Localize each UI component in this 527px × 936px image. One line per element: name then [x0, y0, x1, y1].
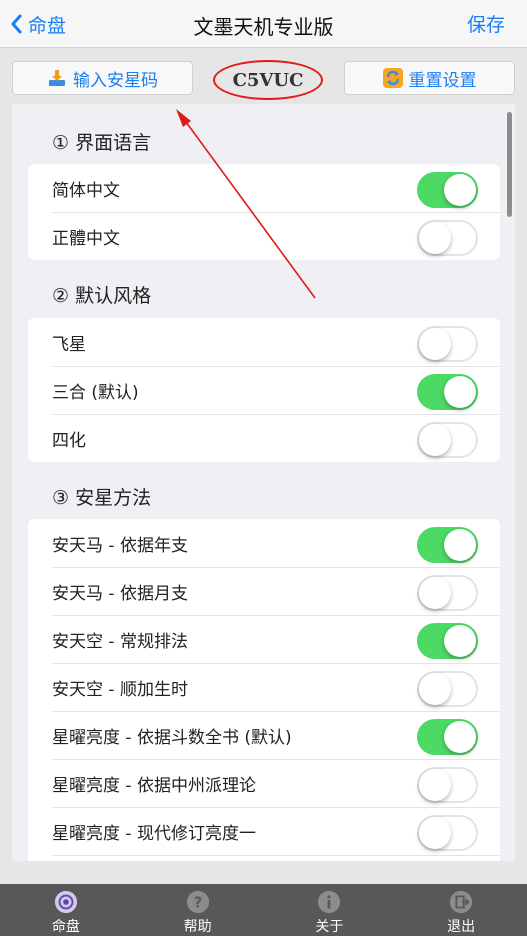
list-item[interactable]: 星曜亮度 - 依据中州派理论: [28, 759, 500, 807]
toggle-switch[interactable]: [417, 374, 478, 410]
toggle-switch[interactable]: [417, 767, 478, 803]
back-button[interactable]: 命盘: [10, 10, 66, 38]
star-code-text: C5VUC: [213, 60, 323, 100]
list-item-label: 三合 (默认): [52, 382, 139, 403]
tab-chart[interactable]: 命盘: [0, 884, 132, 936]
toggle-switch[interactable]: [417, 623, 478, 659]
toggle-switch[interactable]: [417, 220, 478, 256]
toggle-switch[interactable]: [417, 527, 478, 563]
tab-label: 命盘: [51, 919, 80, 935]
list-item-label: 安天马 - 依据月支: [52, 583, 188, 604]
tab-label: 关于: [315, 919, 344, 935]
tab-label: 退出: [447, 919, 476, 935]
list-item[interactable]: 飞星: [28, 318, 500, 366]
section-title-style: ② 默认风格: [52, 285, 152, 307]
info-icon: [318, 890, 341, 914]
toggle-switch[interactable]: [417, 719, 478, 755]
reset-settings-label: 重置设置: [408, 70, 477, 91]
list-item[interactable]: 安天空 - 顺加生时: [28, 663, 500, 711]
list-item-label: 星曜亮度 - 依据中州派理论: [52, 775, 256, 796]
tab-label: 帮助: [183, 919, 212, 935]
toggle-switch[interactable]: [417, 671, 478, 707]
chart-disc-icon: [54, 890, 77, 914]
list-item-label: 安天空 - 顺加生时: [52, 679, 188, 700]
list-item[interactable]: 正體中文: [28, 212, 500, 260]
toggle-switch[interactable]: [417, 326, 478, 362]
tab-exit[interactable]: 退出: [395, 884, 527, 936]
list-item[interactable]: 安天空 - 常规排法: [28, 615, 500, 663]
list-item[interactable]: 安天马 - 依据月支: [28, 567, 500, 615]
navigation-bar: 命盘 文墨天机专业版 保存: [0, 0, 527, 48]
list-item[interactable]: 星曜亮度 - 依据斗数全书 (默认): [28, 711, 500, 759]
chevron-left-icon: [11, 14, 22, 34]
input-code-button[interactable]: 输入安星码: [12, 61, 193, 95]
tab-about[interactable]: 关于: [264, 884, 396, 936]
list-item-label: 四化: [52, 430, 86, 451]
list-item-label: 星曜亮度 - 依据斗数全书 (默认): [52, 727, 292, 748]
list-item-label: 星曜亮度 - 现代修订亮度一: [52, 823, 256, 844]
toggle-switch[interactable]: [417, 422, 478, 458]
download-tray-icon: [47, 68, 67, 88]
tab-help[interactable]: ? 帮助: [132, 884, 264, 936]
group-style: 飞星 三合 (默认) 四化: [28, 318, 500, 462]
help-icon: ?: [186, 890, 209, 914]
section-title-star-method: ③ 安星方法: [52, 487, 152, 509]
scrollbar[interactable]: [507, 112, 512, 217]
list-item-label: 简体中文: [52, 180, 120, 201]
back-button-label: 命盘: [28, 14, 67, 37]
save-button[interactable]: 保存: [467, 10, 505, 37]
list-item-label: 正體中文: [52, 228, 120, 249]
tab-bar: 命盘 ? 帮助 关于 退出: [0, 884, 527, 936]
list-item[interactable]: 星曜亮度 - 现代修订亮度一: [28, 807, 500, 855]
section-title-language: ① 界面语言: [52, 132, 152, 154]
list-item-partial: [28, 855, 500, 861]
svg-text:?: ?: [193, 895, 202, 912]
list-item[interactable]: 三合 (默认): [28, 366, 500, 414]
list-item-label: 安天空 - 常规排法: [52, 631, 188, 652]
page-title: 文墨天机专业版: [193, 15, 334, 39]
toggle-switch[interactable]: [417, 815, 478, 851]
refresh-icon: [382, 68, 403, 88]
toggle-switch[interactable]: [417, 575, 478, 611]
reset-settings-button[interactable]: 重置设置: [344, 61, 515, 95]
settings-panel[interactable]: ① 界面语言 简体中文 正體中文 ② 默认风格 飞星 三合 (默认) 四化 ③ …: [12, 104, 515, 861]
list-item[interactable]: 简体中文: [28, 164, 500, 212]
list-item-label: 安天马 - 依据年支: [52, 535, 188, 556]
list-item[interactable]: 安天马 - 依据年支: [28, 519, 500, 567]
exit-icon: [450, 890, 473, 914]
list-item[interactable]: 四化: [28, 414, 500, 462]
input-code-label: 输入安星码: [73, 70, 158, 91]
toggle-switch[interactable]: [417, 172, 478, 208]
group-language: 简体中文 正體中文: [28, 164, 500, 260]
group-star-method: 安天马 - 依据年支 安天马 - 依据月支 安天空 - 常规排法 安天空 - 顺…: [28, 519, 500, 861]
list-item-label: 飞星: [52, 334, 86, 355]
